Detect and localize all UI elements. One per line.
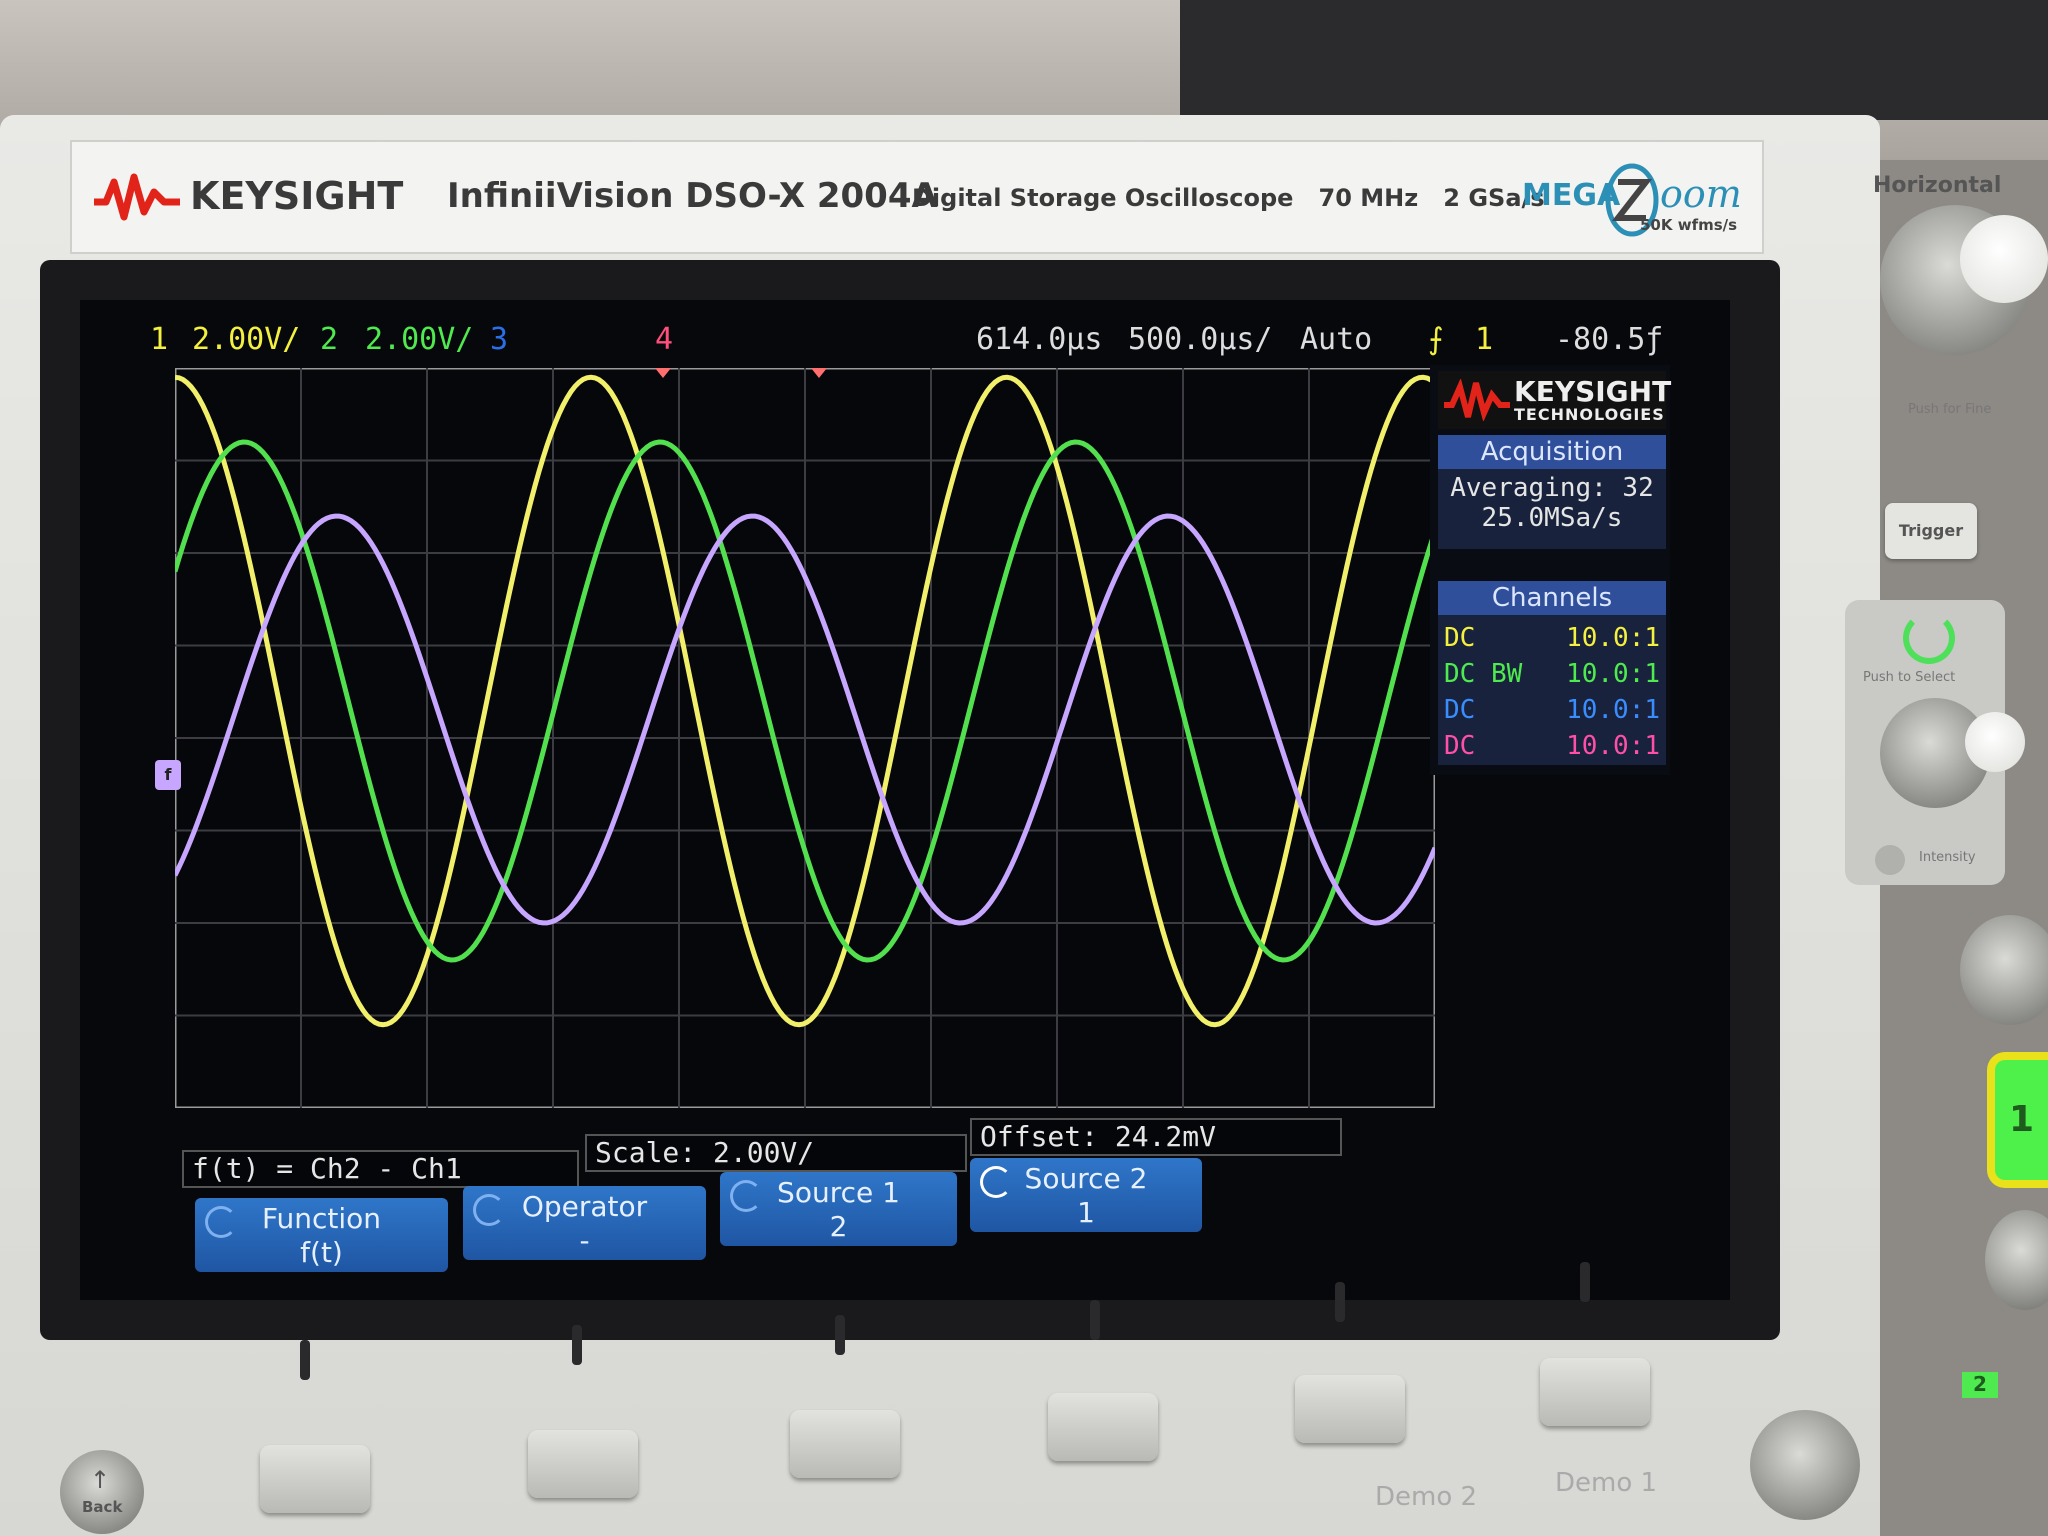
channel-2-coupling: DC BW <box>1444 659 1523 689</box>
softkey-source-2[interactable]: Source 2 1 <box>970 1158 1202 1232</box>
time-scale[interactable]: 500.0µs/ <box>1128 322 1273 357</box>
softkey-source-1[interactable]: Source 1 2 <box>720 1172 957 1246</box>
intensity-button[interactable] <box>1875 845 1905 875</box>
trigger-level[interactable]: -80.5ƒ <box>1555 322 1663 357</box>
keysight-logo-icon <box>94 173 180 221</box>
ground-reference-marker[interactable]: f <box>155 760 181 790</box>
trigger-button[interactable]: Trigger <box>1885 503 1977 559</box>
back-arrow-icon: ↑ <box>90 1466 111 1494</box>
acquisition-body: Averaging: 32 25.0MSa/s <box>1438 469 1666 549</box>
math-function-expression: f(t) = Ch2 - Ch1 <box>182 1150 579 1188</box>
demo-1-label: Demo 1 <box>1555 1468 1658 1498</box>
vertical-scale-knob[interactable] <box>1985 1210 2048 1310</box>
channel-row-1: DC 10.0:1 <box>1444 623 1660 657</box>
softkey-operator[interactable]: Operator - <box>463 1186 706 1260</box>
time-offset[interactable]: 614.0µs <box>976 322 1102 357</box>
select-arrow-icon <box>1903 612 1955 664</box>
entry-knob-cap[interactable] <box>1965 712 2025 772</box>
softkey-source-1-label: Source 1 <box>777 1176 900 1209</box>
softkey-source-2-value: 1 <box>1077 1196 1095 1229</box>
softkey-operator-label: Operator <box>521 1190 648 1223</box>
intensity-label: Intensity <box>1919 850 1976 865</box>
demo-2-label: Demo 2 <box>1375 1482 1478 1512</box>
ch3-number[interactable]: 3 <box>490 322 508 357</box>
megazoom-logo: MEGA oom 50K wfms/s <box>1522 160 1752 240</box>
softkey-notch <box>1580 1262 1590 1302</box>
softkey-notch <box>1335 1282 1345 1322</box>
push-to-select-label: Push to Select <box>1863 670 1956 685</box>
vertical-position-knob[interactable] <box>1960 915 2048 1025</box>
keysight-wave-icon <box>1444 379 1510 421</box>
physical-softkey-4[interactable] <box>1048 1393 1158 1461</box>
physical-softkey-2[interactable] <box>528 1430 638 1498</box>
math-offset: Offset: 24.2mV <box>970 1118 1342 1156</box>
channel-2-probe: 10.0:1 <box>1566 659 1660 689</box>
channel-4-probe: 10.0:1 <box>1566 731 1660 761</box>
trigger-source[interactable]: 1 <box>1475 322 1493 357</box>
panel-logo-text: KEYSIGHT <box>1514 375 1672 408</box>
channel-row-4: DC 10.0:1 <box>1444 731 1660 765</box>
horizontal-position-knob[interactable] <box>1960 215 2048 303</box>
bandwidth-text: 70 MHz <box>1318 184 1419 212</box>
channel-2-knob[interactable] <box>1750 1410 1860 1520</box>
softkey-notch <box>300 1340 310 1380</box>
back-button[interactable]: ↑ Back <box>60 1450 144 1534</box>
softkey-function-label: Function <box>261 1202 382 1235</box>
background-dark-area <box>1180 0 2048 120</box>
back-label: Back <box>82 1498 123 1516</box>
physical-softkey-3[interactable] <box>790 1410 900 1478</box>
softkey-notch <box>835 1315 845 1355</box>
channel-4-coupling: DC <box>1444 731 1476 761</box>
brand-name: KEYSIGHT <box>190 174 404 218</box>
description-text: Digital Storage Oscilloscope <box>912 184 1294 212</box>
physical-softkey-1[interactable] <box>260 1445 370 1513</box>
ch2-scale[interactable]: 2.00V/ <box>365 322 473 357</box>
softkey-source-1-value: 2 <box>829 1210 848 1243</box>
panel-logo-subtext: TECHNOLOGIES <box>1514 405 1665 424</box>
channel-1-coupling: DC <box>1444 623 1476 653</box>
math-scale: Scale: 2.00V/ <box>585 1134 967 1172</box>
ch2-number[interactable]: 2 <box>320 322 338 357</box>
channel-1-probe: 10.0:1 <box>1566 623 1660 653</box>
trigger-edge-icon: ⨍ <box>1428 322 1444 357</box>
channel-3-probe: 10.0:1 <box>1566 695 1660 725</box>
softkey-function[interactable]: Function f(t) <box>195 1198 448 1272</box>
channel-2-label: 2 <box>1962 1372 1998 1398</box>
channel-1-button[interactable]: 1 <box>1995 1060 2048 1180</box>
softkey-notch <box>572 1325 582 1365</box>
status-bar: 1 2.00V/ 2 2.00V/ 3 4 614.0µs 500.0µs/ A… <box>150 318 1663 362</box>
ch1-scale[interactable]: 2.00V/ <box>192 322 300 357</box>
ch4-number[interactable]: 4 <box>655 322 673 357</box>
info-panel: KEYSIGHT TECHNOLOGIES Acquisition Averag… <box>1430 365 1671 775</box>
panel-logo: KEYSIGHT TECHNOLOGIES <box>1438 371 1671 429</box>
softkey-operator-value: - <box>579 1224 590 1257</box>
channels-header[interactable]: Channels <box>1438 581 1666 615</box>
ch1-number[interactable]: 1 <box>150 322 168 357</box>
acquisition-rate: 25.0MSa/s <box>1481 503 1623 533</box>
physical-softkey-6[interactable] <box>1540 1358 1650 1426</box>
push-for-fine-label: Push for Fine <box>1908 402 1992 417</box>
softkey-notch <box>1090 1300 1100 1340</box>
trigger-mode[interactable]: Auto <box>1300 322 1372 357</box>
model-name: InfiniiVision DSO-X 2004A <box>447 176 938 216</box>
brand-strip: KEYSIGHT InfiniiVision DSO-X 2004A Digit… <box>70 140 1764 254</box>
averaging-value: Averaging: 32 <box>1450 473 1654 503</box>
horizontal-label: Horizontal <box>1873 173 2002 198</box>
channel-row-2: DC BW 10.0:1 <box>1444 659 1660 693</box>
select-knob-panel: Push to Select Intensity <box>1845 600 2025 885</box>
channel-3-coupling: DC <box>1444 695 1476 725</box>
softkey-function-value: f(t) <box>300 1236 343 1269</box>
softkey-source-2-label: Source 2 <box>1024 1162 1148 1195</box>
physical-softkey-5[interactable] <box>1295 1375 1405 1443</box>
waveform-graticule <box>175 368 1435 1108</box>
megazoom-subtext: 50K wfms/s <box>1640 216 1738 234</box>
acquisition-header[interactable]: Acquisition <box>1438 435 1666 469</box>
channel-row-3: DC 10.0:1 <box>1444 695 1660 729</box>
model-description: Digital Storage Oscilloscope 70 MHz 2 GS… <box>912 184 1545 212</box>
megazoom-suffix: oom <box>1660 172 1742 216</box>
